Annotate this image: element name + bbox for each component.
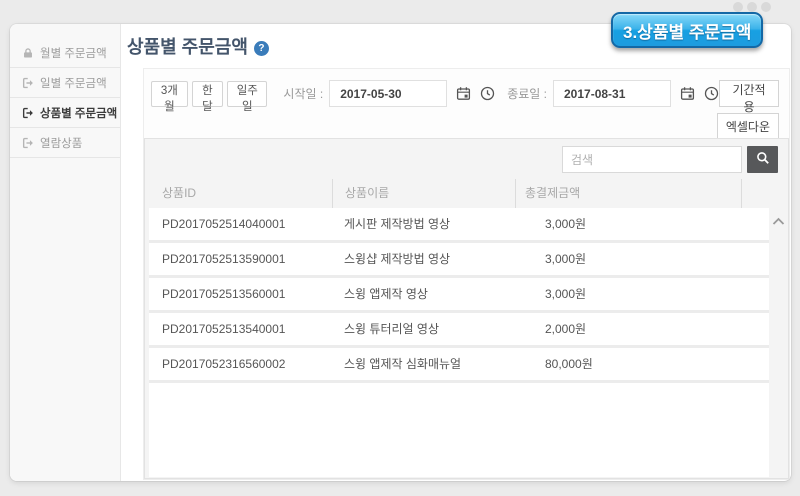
search-button[interactable] bbox=[747, 146, 778, 173]
table-row[interactable]: PD2017052513540001 스윙 튜터리얼 영상 2,000원 bbox=[149, 313, 769, 348]
callout-badge: 3.상품별 주문금액 bbox=[611, 12, 764, 48]
excel-row: 엑셀다운 bbox=[716, 113, 779, 140]
cell-total-amount: 2,000원 bbox=[545, 322, 587, 336]
sign-out-icon bbox=[22, 107, 34, 119]
search-input[interactable] bbox=[562, 146, 742, 173]
sidebar-item-monthly-orders[interactable]: 월별 주문금액 bbox=[10, 38, 120, 68]
cell-product-name: 스윙 튜터리얼 영상 bbox=[344, 322, 439, 336]
window-dot bbox=[747, 2, 757, 12]
excel-download-button[interactable]: 엑셀다운 bbox=[716, 113, 779, 140]
cell-product-id: PD2017052316560002 bbox=[162, 357, 286, 371]
calendar-icon[interactable] bbox=[680, 86, 695, 101]
apply-period-button[interactable]: 기간적용 bbox=[719, 80, 779, 114]
search-bar bbox=[562, 146, 778, 173]
sidebar-item-label: 일별 주문금액 bbox=[40, 77, 107, 90]
window-dot bbox=[733, 2, 743, 12]
sidebar-item-product-orders[interactable]: 상품별 주문금액 bbox=[10, 98, 120, 128]
cell-product-id: PD2017052513560001 bbox=[162, 287, 286, 301]
sidebar-item-daily-orders[interactable]: 일별 주문금액 bbox=[10, 68, 120, 98]
cell-product-name: 스윙 앱제작 심화매뉴얼 bbox=[344, 357, 462, 371]
sidebar-item-label: 상품별 주문금액 bbox=[40, 107, 118, 120]
start-date-label: 시작일 : bbox=[283, 87, 324, 101]
table-row[interactable]: PD2017052513560001 스윙 앱제작 영상 3,000원 bbox=[149, 278, 769, 313]
period-3months-button[interactable]: 3개월 bbox=[151, 80, 188, 113]
scroll-up-icon[interactable] bbox=[772, 217, 785, 226]
page-title: 상품별 주문금액 bbox=[127, 37, 248, 57]
cell-total-amount: 3,000원 bbox=[545, 287, 587, 301]
column-header-product-id[interactable]: 상품ID bbox=[145, 179, 332, 208]
cell-product-name: 스윙 앱제작 영상 bbox=[344, 287, 428, 301]
cell-product-name: 게시판 제작방법 영상 bbox=[344, 217, 451, 231]
start-date-input[interactable] bbox=[329, 80, 448, 107]
cell-product-name: 스윙샵 제작방법 영상 bbox=[344, 252, 451, 266]
lock-icon bbox=[22, 47, 34, 59]
app-window: 월별 주문금액 일별 주문금액 상품별 주문금액 열람상품 상품별 주문금액 ? bbox=[10, 24, 791, 481]
column-header-product-name[interactable]: 상품이름 bbox=[332, 179, 515, 208]
cell-total-amount: 3,000원 bbox=[545, 252, 587, 266]
cell-product-id: PD2017052513590001 bbox=[162, 252, 286, 266]
table-header-row: 상품ID 상품이름 총결제금액 bbox=[145, 179, 788, 208]
sign-out-icon bbox=[22, 137, 34, 149]
cell-total-amount: 80,000원 bbox=[545, 357, 593, 371]
table-row[interactable]: PD2017052316560002 스윙 앱제작 심화매뉴얼 80,000원 bbox=[149, 348, 769, 383]
column-header-total-amount[interactable]: 총결제금액 bbox=[515, 179, 742, 208]
window-dot bbox=[761, 2, 771, 12]
date-filter-bar: 3개월 한달 일주일 시작일 : 종료일 : bbox=[151, 80, 779, 114]
sidebar-item-viewed-products[interactable]: 열람상품 bbox=[10, 128, 120, 158]
sign-out-icon bbox=[22, 77, 34, 89]
search-icon bbox=[756, 151, 770, 168]
cell-product-id: PD2017052513540001 bbox=[162, 322, 286, 336]
table-row[interactable]: PD2017052513590001 스윙샵 제작방법 영상 3,000원 bbox=[149, 243, 769, 278]
table-row[interactable]: PD2017052514040001 게시판 제작방법 영상 3,000원 bbox=[149, 208, 769, 243]
end-date-input[interactable] bbox=[553, 80, 671, 107]
period-1month-button[interactable]: 한달 bbox=[191, 80, 224, 113]
clock-icon[interactable] bbox=[480, 86, 495, 101]
page-header: 상품별 주문금액 ? bbox=[127, 35, 269, 59]
period-1week-button[interactable]: 일주일 bbox=[227, 80, 268, 113]
sidebar-item-label: 월별 주문금액 bbox=[40, 47, 107, 60]
table-body: PD2017052514040001 게시판 제작방법 영상 3,000원 PD… bbox=[149, 208, 769, 477]
cell-product-id: PD2017052514040001 bbox=[162, 217, 286, 231]
sidebar-item-label: 열람상품 bbox=[40, 137, 83, 150]
help-icon[interactable]: ? bbox=[253, 41, 269, 56]
clock-icon[interactable] bbox=[704, 86, 719, 101]
content-panel: 3개월 한달 일주일 시작일 : 종료일 : bbox=[143, 68, 790, 480]
end-date-label: 종료일 : bbox=[507, 87, 547, 101]
cell-total-amount: 3,000원 bbox=[545, 217, 587, 231]
sidebar: 월별 주문금액 일별 주문금액 상품별 주문금액 열람상품 bbox=[10, 24, 121, 481]
main-content: 상품별 주문금액 ? 3개월 한달 일주일 시작일 : 종료일 : bbox=[122, 24, 791, 481]
calendar-icon[interactable] bbox=[456, 86, 471, 101]
product-order-grid: 상품ID 상품이름 총결제금액 PD2017052514040001 게시판 제… bbox=[144, 138, 789, 479]
